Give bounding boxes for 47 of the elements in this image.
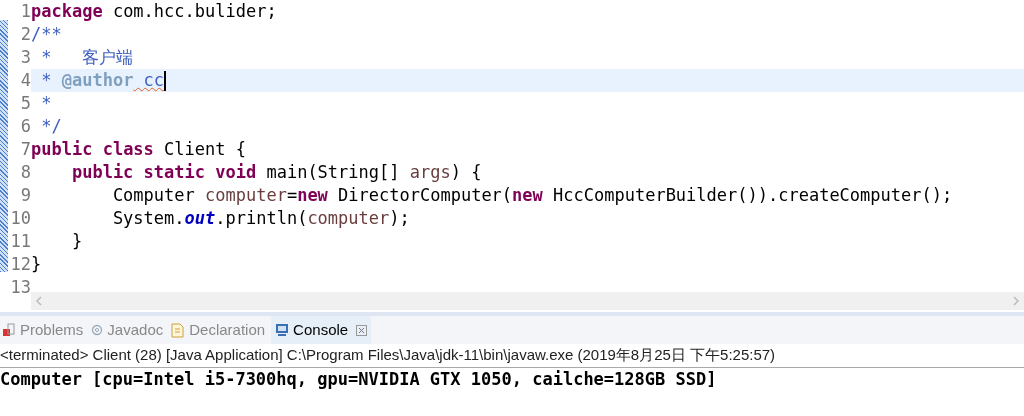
at-sign-icon bbox=[91, 324, 104, 336]
code-token: new bbox=[297, 184, 328, 207]
close-icon[interactable] bbox=[356, 324, 368, 336]
code-token: public bbox=[31, 138, 93, 161]
code-token: * bbox=[40, 92, 52, 115]
monitor-icon bbox=[275, 323, 290, 337]
code-token: ) { bbox=[450, 161, 482, 184]
horizontal-scrollbar[interactable] bbox=[31, 292, 1024, 310]
code-token: ); bbox=[389, 207, 410, 230]
code-token: /** bbox=[31, 23, 62, 46]
code-token: package bbox=[31, 0, 103, 23]
scroll-left-icon[interactable] bbox=[35, 296, 43, 306]
code-token: * bbox=[40, 69, 53, 92]
code-token: public bbox=[70, 161, 134, 184]
code-token: computer bbox=[307, 207, 390, 230]
code-token: System. bbox=[111, 207, 185, 230]
console-header: <terminated> Client (28) [Java Application] C:\Program Files\Java\jdk-11\bin\javaw.exe (2019年8月25日 下午5:25:57) bbox=[0, 344, 1024, 368]
code-token: class bbox=[101, 138, 154, 161]
view-tab[interactable]: Problems bbox=[0, 316, 86, 344]
code-token: args bbox=[409, 161, 451, 184]
problems-icon bbox=[2, 323, 16, 337]
scroll-right-icon[interactable] bbox=[1012, 296, 1020, 306]
code-token: com.hcc.bulider; bbox=[111, 0, 277, 23]
code-token: Computer bbox=[111, 184, 196, 207]
document-icon bbox=[171, 322, 186, 338]
code-token: @author bbox=[61, 69, 134, 92]
text-cursor bbox=[164, 70, 167, 91]
code-token: out bbox=[184, 207, 216, 230]
code-token: main(String[] bbox=[265, 161, 401, 184]
code-token: } bbox=[70, 230, 83, 253]
code-token: Client { bbox=[163, 138, 246, 161]
console-output: Computer [cpu=Intel i5-7300hq, gpu=NVIDIA GTX 1050, cailche=128GB SSD] bbox=[0, 368, 718, 392]
view-tab[interactable]: Javadoc bbox=[89, 316, 166, 344]
code-token: .println( bbox=[215, 207, 308, 230]
code-token: = bbox=[286, 184, 298, 207]
code-token: HccComputerBuilder()).createComputer(); bbox=[552, 184, 953, 207]
code-token: static bbox=[142, 161, 205, 184]
view-tab[interactable]: Console bbox=[271, 316, 372, 344]
view-tab[interactable]: Declaration bbox=[169, 316, 268, 344]
code-token: new bbox=[512, 184, 543, 207]
code-token: cc bbox=[142, 69, 165, 92]
code-token: computer bbox=[205, 184, 287, 207]
code-token: */ bbox=[40, 115, 62, 138]
code-token: } bbox=[31, 253, 42, 276]
code-token: void bbox=[214, 161, 257, 184]
code-token: * 客户端 bbox=[40, 46, 134, 69]
code-token: DirectorComputer( bbox=[337, 184, 513, 207]
